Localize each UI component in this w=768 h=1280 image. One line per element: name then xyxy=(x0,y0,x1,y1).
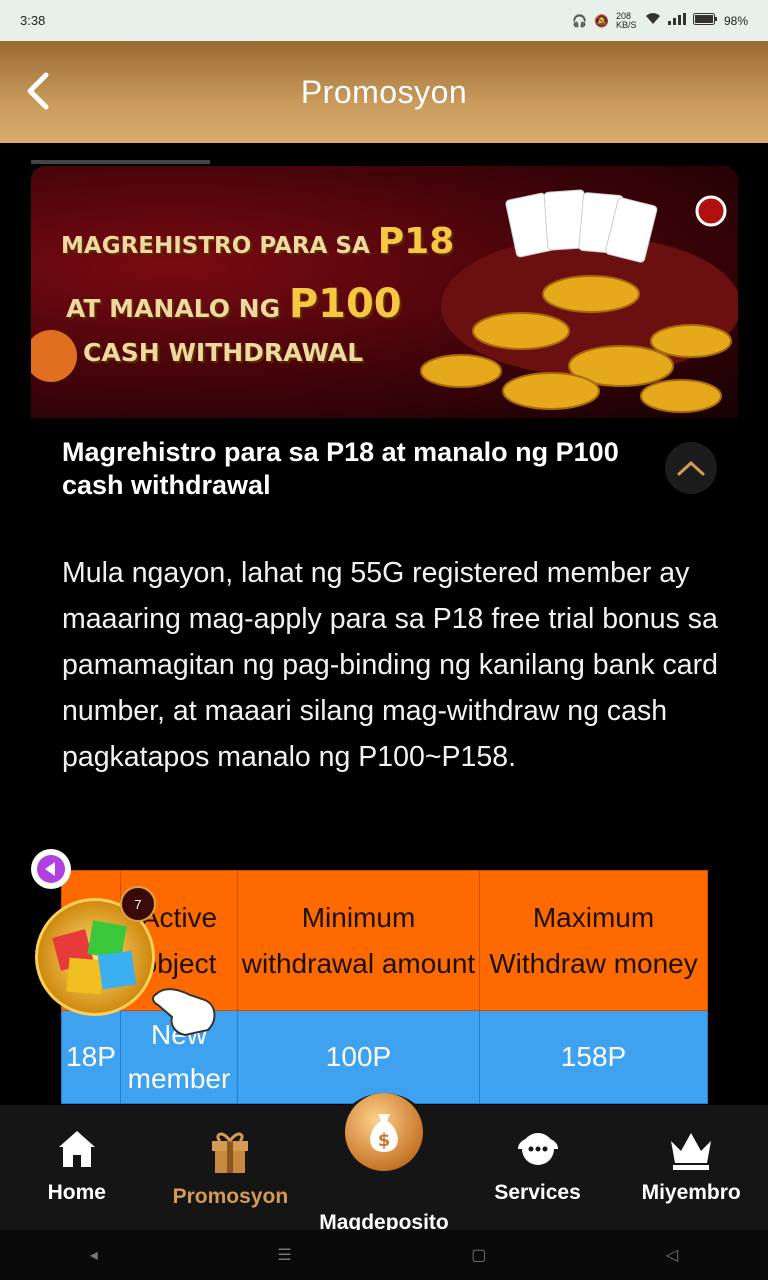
nav-label: Home xyxy=(47,1181,106,1204)
promo-title: Magrehistro para sa P18 at manalo ng P10… xyxy=(62,437,619,500)
collapse-button[interactable] xyxy=(665,442,717,494)
status-time: 3:38 xyxy=(20,13,46,28)
table-header-cell: Minimum withdrawal amount xyxy=(237,870,480,1011)
nav-promosyon[interactable]: Promosyon xyxy=(154,1105,308,1230)
banner-line-2: AT MANALO NG P100 xyxy=(66,281,402,327)
table-cell: 18P xyxy=(61,1010,121,1104)
money-bag-icon: $ xyxy=(344,1093,423,1171)
status-bar: 3:38 🎧 🔕 208 KB/S 98% xyxy=(0,0,768,41)
table-header-cell: Maximum Withdraw money xyxy=(479,870,708,1011)
nav-label: Promosyon xyxy=(172,1185,289,1208)
nav-services[interactable]: Services xyxy=(461,1105,615,1230)
notification-badge: 7 xyxy=(120,886,156,922)
system-nav-bar: ◂ ☰ ▢ ◁ xyxy=(0,1230,768,1280)
floating-collapse-button[interactable] xyxy=(31,849,71,889)
nav-home[interactable]: Home xyxy=(0,1105,154,1230)
signal-icon xyxy=(667,13,686,28)
promo-description: Mula ngayon, lahat ng 55G registered mem… xyxy=(62,557,718,773)
tab-indicator xyxy=(31,160,210,164)
table-cell: 100P xyxy=(237,1010,480,1104)
banner-line-3: CASH WITHDRAWAL xyxy=(83,338,364,367)
mute-icon: 🔕 xyxy=(594,13,609,28)
nav-deposit[interactable]: $ Magdeposito xyxy=(307,1093,461,1234)
play-left-icon xyxy=(37,855,65,883)
table-cell: 158P xyxy=(479,1010,708,1104)
headphone-icon: 🎧 xyxy=(572,13,588,28)
net-speed: 208 KB/S xyxy=(615,10,637,30)
home-icon xyxy=(58,1131,95,1167)
svg-text:$: $ xyxy=(378,1130,391,1151)
nav-label: Miyembro xyxy=(641,1181,741,1204)
chevron-up-icon xyxy=(677,460,705,476)
chevron-left-icon xyxy=(27,72,49,110)
sys-home-icon[interactable]: ▢ xyxy=(471,1245,486,1265)
back-button[interactable] xyxy=(22,71,62,111)
sys-menu-icon[interactable]: ☰ xyxy=(277,1245,291,1265)
battery-icon xyxy=(692,13,717,28)
sys-back-icon[interactable]: ◂ xyxy=(90,1245,98,1265)
gift-icon xyxy=(212,1132,249,1173)
sys-recent-icon[interactable]: ◁ xyxy=(666,1245,678,1265)
battery-level: 98% xyxy=(723,13,748,28)
nav-label: Services xyxy=(494,1181,581,1204)
bottom-nav: Home Promosyon $ Magdeposito Services Mi… xyxy=(0,1093,768,1234)
crown-icon xyxy=(671,1133,712,1170)
support-icon xyxy=(517,1133,558,1165)
app-header: Promosyon xyxy=(0,41,768,143)
banner-line-1: MAGREHISTRO PARA SA P18 xyxy=(61,221,455,262)
wifi-icon xyxy=(645,13,661,28)
pointer-hand-icon xyxy=(150,975,220,1040)
page-title: Promosyon xyxy=(300,73,468,110)
status-icons: 🎧 🔕 208 KB/S 98% xyxy=(572,10,748,30)
promo-banner[interactable]: MAGREHISTRO PARA SA P18 AT MANALO NG P10… xyxy=(31,166,738,418)
nav-miyembro[interactable]: Miyembro xyxy=(614,1105,768,1230)
